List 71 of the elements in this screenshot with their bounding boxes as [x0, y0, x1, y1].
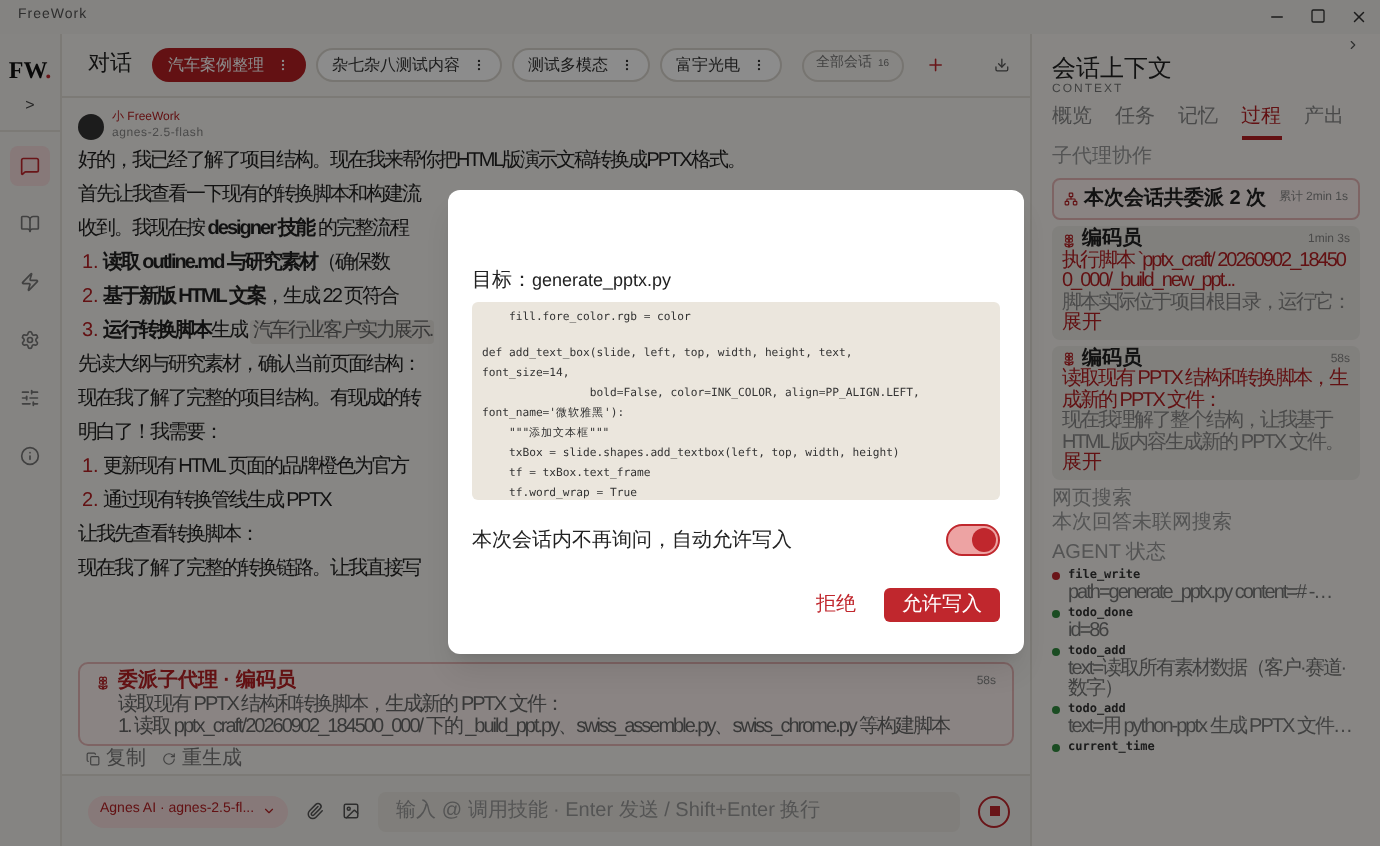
- agent-name: 编码员: [1082, 230, 1142, 250]
- status-detail: id=86: [1068, 621, 1109, 641]
- file-chip: 汽车行业客户实力展示.: [250, 319, 434, 343]
- agent-task: 执行脚本 `pptx_craft/ 20260902_184500_000/_build_new_ppt...: [1062, 251, 1348, 292]
- list-number: 2.: [82, 284, 99, 312]
- agent-icon: [1062, 233, 1076, 248]
- delegate-line: 1. 读取 pptx_craft/20260902_184500_000/ 下的 _build_ppt.py、swiss_assemble.py、swiss_chrome.py 等构建脚本: [116, 716, 952, 738]
- download-icon[interactable]: [994, 56, 1010, 74]
- close-icon[interactable]: [1350, 8, 1368, 26]
- message-paragraph: 首先让我查看一下现有的转换脚本和构建流: [78, 181, 420, 210]
- message-paragraph: 让我先查看转换脚本：: [78, 521, 258, 550]
- expand-link[interactable]: 展开: [1062, 454, 1102, 475]
- message-action[interactable]: 复制: [86, 748, 146, 770]
- collapse-icon[interactable]: [1346, 38, 1360, 52]
- list-item-text: 更新现有 HTML 页面的品牌橙色为官方: [102, 453, 408, 482]
- session-tab[interactable]: 汽车案例整理: [152, 48, 306, 82]
- target-file: generate_pptx.py: [532, 268, 672, 294]
- message-paragraph: 现在我了解了完整的项目结构。有现成的转: [78, 385, 420, 414]
- message-paragraph: 收到。我现在按 designer 技能 的完整流程: [78, 215, 409, 244]
- list-item-text: 读取 outline.md 与研究素材（确保数: [102, 249, 389, 278]
- expand-link[interactable]: 展开: [1062, 314, 1102, 335]
- refresh-icon: [162, 752, 176, 766]
- network-icon: [1064, 192, 1078, 206]
- target-label: 目标：: [472, 267, 532, 296]
- new-session-icon[interactable]: [925, 54, 945, 76]
- message-paragraph: 先读大纲与研究素材，确认当前页面结构：: [78, 351, 420, 380]
- maximize-icon[interactable]: [1310, 8, 1326, 24]
- delegate-line: 读取现有 PPTX 结构和转换脚本，生成新的 PPTX 文件：: [116, 694, 565, 716]
- attach-icon[interactable]: [306, 802, 325, 820]
- panel-tab[interactable]: 记忆: [1178, 106, 1218, 140]
- allow-button[interactable]: 允许写入: [884, 588, 1000, 622]
- list-number: 2.: [82, 488, 99, 516]
- agent-icon: [1062, 352, 1076, 367]
- session-tab[interactable]: 测试多模态: [512, 48, 650, 82]
- message-paragraph: 明白了！我需要：: [78, 419, 222, 448]
- agent-icon: [96, 675, 110, 689]
- panel-tab[interactable]: 产出: [1304, 106, 1344, 140]
- delegate-title: 委派子代理 · 编码员: [118, 670, 296, 693]
- status-detail: text=用 python-pptx 生成 PPTX 文件…: [1068, 717, 1353, 737]
- agent-task: 读取现有 PPTX 结构和转换脚本，生成新的 PPTX 文件：: [1062, 370, 1350, 411]
- app-logo: FW.: [8, 54, 52, 88]
- status-detail: text=读取所有素材数据（客户·赛道·数字）: [1068, 659, 1348, 699]
- session-tab[interactable]: 杂七杂八测试内容: [316, 48, 502, 82]
- agent-name: 编码员: [1082, 349, 1142, 369]
- stop-button[interactable]: [978, 795, 1010, 827]
- list-number: 3.: [82, 318, 99, 346]
- caret-icon: [262, 804, 277, 818]
- list-item-text: 运行转换脚本生成: [102, 317, 247, 346]
- message-paragraph: 现在我了解了完整的转换链路。让我直接写: [78, 555, 420, 584]
- rail-chat-icon[interactable]: [10, 146, 50, 186]
- image-icon[interactable]: [342, 802, 361, 820]
- list-number: 1.: [82, 454, 99, 482]
- panel-title: 会话上下文: [1052, 56, 1174, 82]
- copy-icon: [86, 752, 100, 766]
- message-paragraph: 好的，我已经了解了项目结构。现在我来帮你把HTML版演示文稿转换成PPTX格式。: [78, 147, 745, 176]
- panel-tab[interactable]: 任务: [1115, 106, 1155, 140]
- reject-button[interactable]: 拒绝: [816, 590, 856, 620]
- panel-tab[interactable]: 过程: [1241, 106, 1281, 140]
- status-detail: path=generate_pptx.py content=# -…: [1068, 583, 1334, 603]
- list-item-text: 基于新版 HTML 文案，生成 22 页符合: [102, 282, 399, 312]
- summary-label: 本次会话共委派 2 次: [1084, 184, 1267, 214]
- avatar: [78, 113, 104, 139]
- message-action[interactable]: 重生成: [162, 748, 242, 770]
- panel-tab[interactable]: 概览: [1052, 106, 1092, 140]
- list-number: 1.: [82, 250, 99, 278]
- conversation-label: 对话: [88, 50, 132, 81]
- auto-allow-label: 本次会话内不再询问，自动允许写入: [472, 527, 792, 555]
- expand-button[interactable]: >: [25, 94, 35, 118]
- auto-allow-switch[interactable]: [946, 524, 1000, 556]
- session-tab[interactable]: 富宇光电: [660, 48, 782, 82]
- list-item-text: 通过现有转换管线生成 PPTX: [102, 487, 331, 516]
